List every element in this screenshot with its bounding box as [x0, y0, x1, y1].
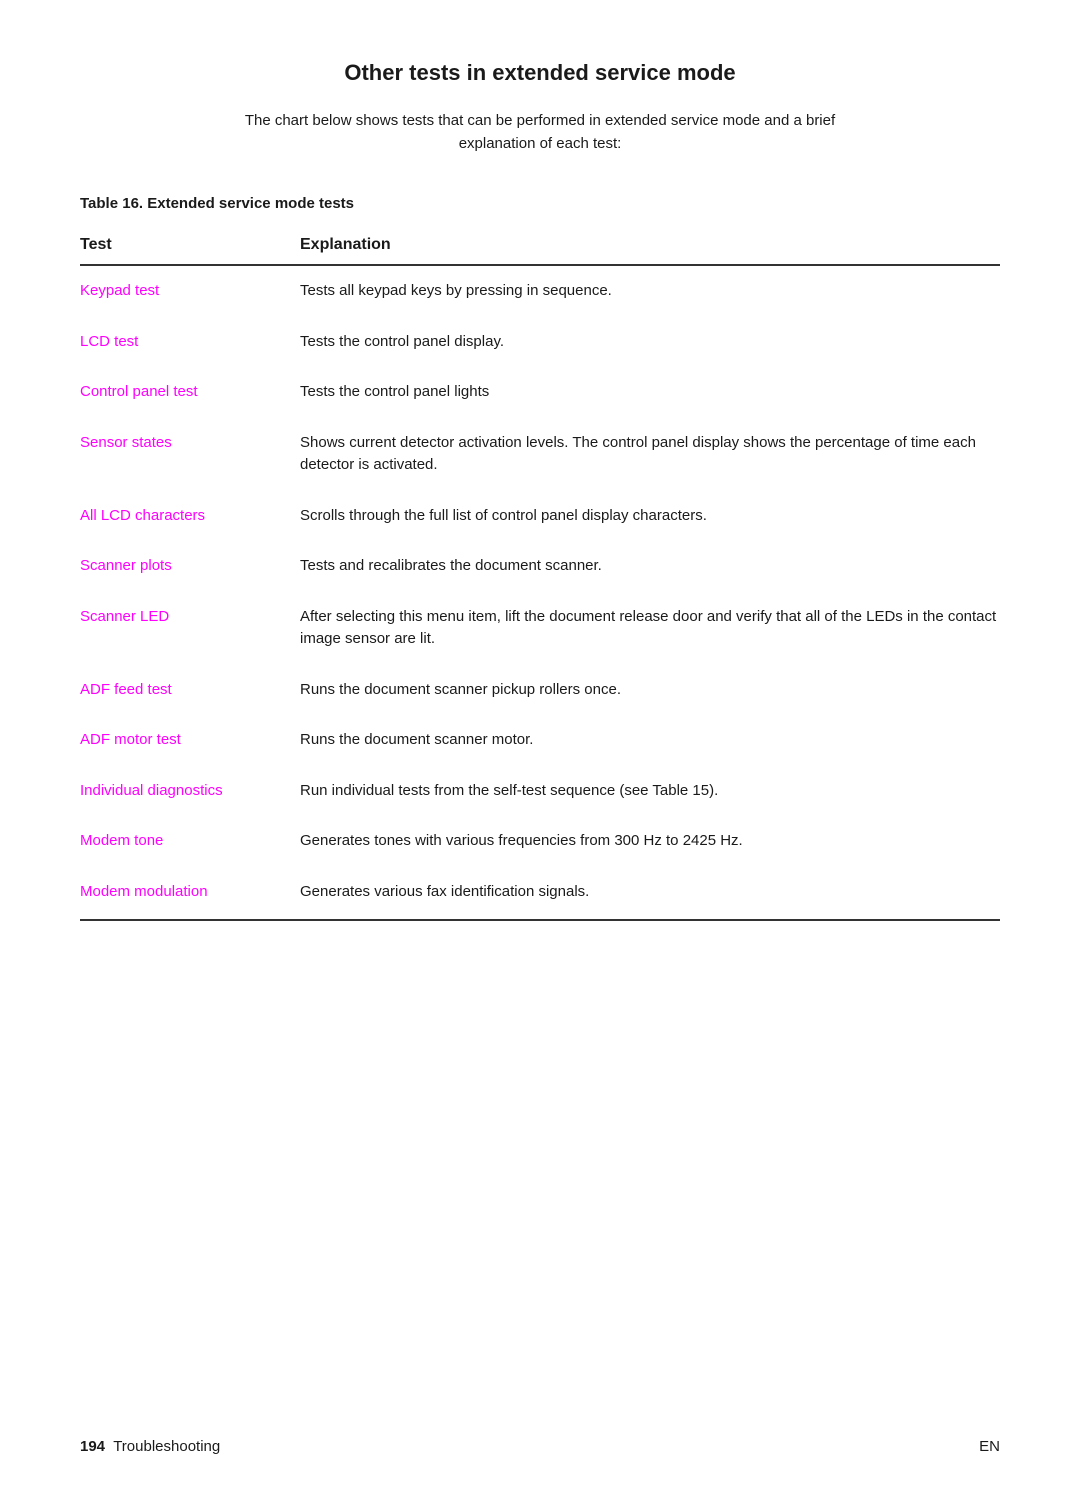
test-name-cell: LCD test	[80, 317, 300, 368]
col-header-explanation: Explanation	[300, 228, 1000, 265]
footer-language: EN	[979, 1438, 1000, 1455]
service-table: Test Explanation Keypad testTests all ke…	[80, 228, 1000, 921]
table-row: Modem modulationGenerates various fax id…	[80, 867, 1000, 921]
table-row: Scanner plotsTests and recalibrates the …	[80, 541, 1000, 592]
intro-text: The chart below shows tests that can be …	[240, 110, 840, 155]
table-row: LCD testTests the control panel display.	[80, 317, 1000, 368]
test-name-cell: All LCD characters	[80, 491, 300, 542]
table-row: All LCD charactersScrolls through the fu…	[80, 491, 1000, 542]
explanation-cell: Tests the control panel lights	[300, 367, 1000, 418]
footer-page-number: 194	[80, 1438, 105, 1455]
page-footer: 194 Troubleshooting EN	[80, 1438, 1000, 1455]
explanation-cell: Run individual tests from the self-test …	[300, 766, 1000, 817]
page-container: Other tests in extended service mode The…	[0, 0, 1080, 1001]
page-title: Other tests in extended service mode	[80, 60, 1000, 86]
test-name-cell: Individual diagnostics	[80, 766, 300, 817]
test-name-cell: Scanner plots	[80, 541, 300, 592]
explanation-cell: Generates tones with various frequencies…	[300, 816, 1000, 867]
table-row: ADF motor testRuns the document scanner …	[80, 715, 1000, 766]
test-name-cell: ADF motor test	[80, 715, 300, 766]
table-header-row: Test Explanation	[80, 228, 1000, 265]
footer-page-info: 194 Troubleshooting	[80, 1438, 220, 1455]
table-row: ADF feed testRuns the document scanner p…	[80, 665, 1000, 716]
table-row: Individual diagnosticsRun individual tes…	[80, 766, 1000, 817]
explanation-cell: Scrolls through the full list of control…	[300, 491, 1000, 542]
explanation-cell: Runs the document scanner pickup rollers…	[300, 665, 1000, 716]
test-name-cell: Keypad test	[80, 265, 300, 317]
table-row: Control panel testTests the control pane…	[80, 367, 1000, 418]
explanation-cell: Shows current detector activation levels…	[300, 418, 1000, 491]
explanation-cell: Tests all keypad keys by pressing in seq…	[300, 265, 1000, 317]
test-name-cell: Modem modulation	[80, 867, 300, 921]
table-row: Modem toneGenerates tones with various f…	[80, 816, 1000, 867]
test-name-cell: Control panel test	[80, 367, 300, 418]
explanation-cell: Tests and recalibrates the document scan…	[300, 541, 1000, 592]
explanation-cell: Tests the control panel display.	[300, 317, 1000, 368]
table-title: Table 16. Extended service mode tests	[80, 195, 1000, 212]
explanation-cell: After selecting this menu item, lift the…	[300, 592, 1000, 665]
test-name-cell: ADF feed test	[80, 665, 300, 716]
col-header-test: Test	[80, 228, 300, 265]
test-name-cell: Sensor states	[80, 418, 300, 491]
table-row: Sensor statesShows current detector acti…	[80, 418, 1000, 491]
table-row: Keypad testTests all keypad keys by pres…	[80, 265, 1000, 317]
explanation-cell: Runs the document scanner motor.	[300, 715, 1000, 766]
explanation-cell: Generates various fax identification sig…	[300, 867, 1000, 921]
footer-page-label: Troubleshooting	[113, 1438, 220, 1455]
test-name-cell: Modem tone	[80, 816, 300, 867]
table-row: Scanner LEDAfter selecting this menu ite…	[80, 592, 1000, 665]
test-name-cell: Scanner LED	[80, 592, 300, 665]
